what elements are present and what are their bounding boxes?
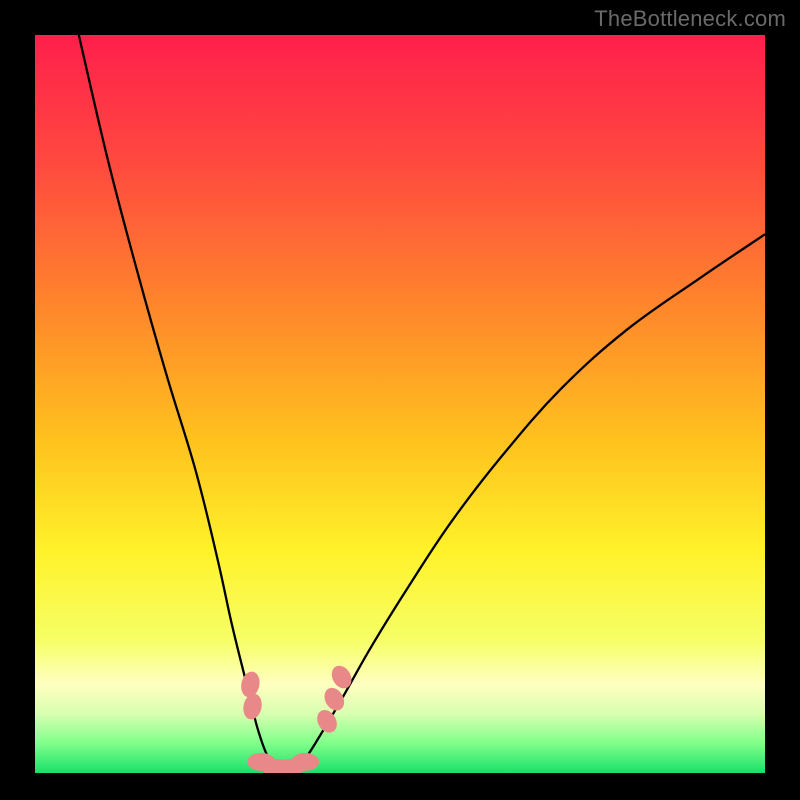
plot-background — [35, 35, 765, 773]
valley-marker — [291, 753, 319, 771]
bottleneck-chart — [0, 0, 800, 800]
chart-frame: TheBottleneck.com — [0, 0, 800, 800]
watermark-text: TheBottleneck.com — [594, 6, 786, 32]
